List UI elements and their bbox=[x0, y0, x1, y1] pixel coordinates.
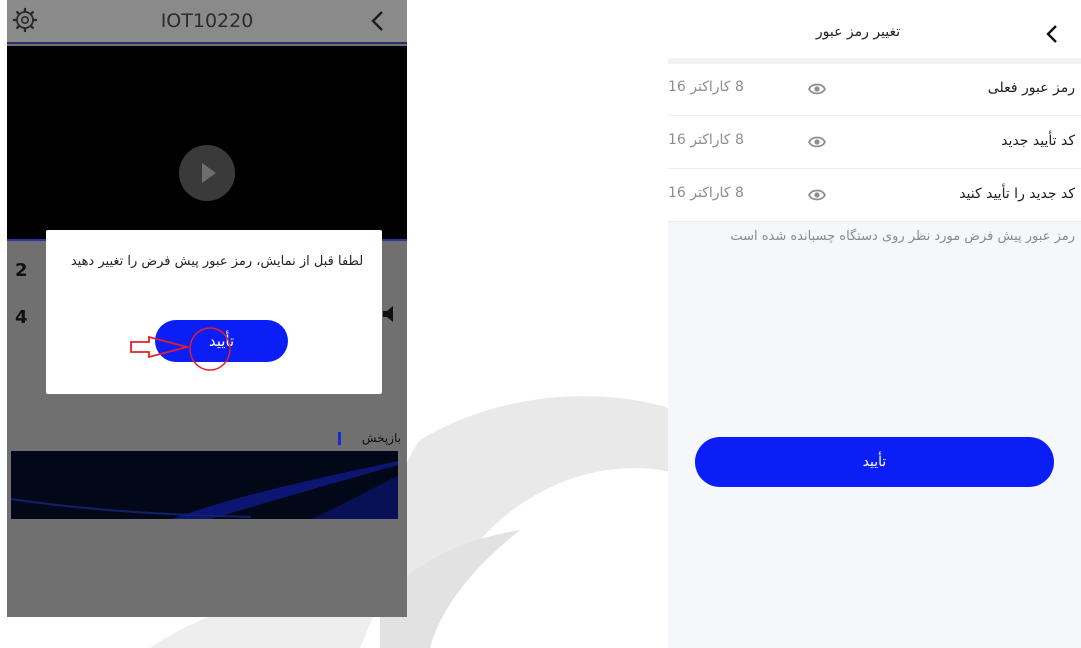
play-button[interactable] bbox=[179, 145, 235, 201]
eye-icon[interactable] bbox=[808, 188, 826, 202]
gear-icon[interactable] bbox=[11, 6, 39, 34]
left-phone-screen: IOT10220 2 4 بازپخش لطفا قبل از نمایش، ر… bbox=[7, 0, 407, 617]
new-password-field[interactable]: کد تأیید جدید 8 کاراکتر 16 bbox=[668, 117, 1081, 169]
field-label: کد تأیید جدید bbox=[1001, 133, 1075, 149]
video-player[interactable] bbox=[7, 46, 407, 241]
info-section: رمز عبور پیش فرض مورد نظر روی دستگاه چسب… bbox=[668, 222, 1081, 648]
confirm-button[interactable]: تأیید bbox=[695, 437, 1054, 487]
page-title: تغییر رمز عبور bbox=[815, 24, 901, 40]
speaker-icon[interactable] bbox=[383, 306, 395, 322]
right-phone-screen: تغییر رمز عبور رمز عبور فعلی 8 کاراکتر 1… bbox=[668, 0, 1081, 648]
field-placeholder: 8 کاراکتر 16 bbox=[668, 185, 744, 201]
field-placeholder: 8 کاراکتر 16 bbox=[668, 79, 744, 95]
eye-icon[interactable] bbox=[808, 82, 826, 96]
chevron-left-icon[interactable] bbox=[1041, 22, 1065, 46]
field-label: کد جدید را تأیید کنید bbox=[959, 186, 1075, 202]
chevron-left-icon[interactable] bbox=[363, 6, 393, 36]
confirm-password-field[interactable]: کد جدید را تأیید کنید 8 کاراکتر 16 bbox=[668, 170, 1081, 222]
current-password-field[interactable]: رمز عبور فعلی 8 کاراکتر 16 bbox=[668, 64, 1081, 116]
page-header: تغییر رمز عبور bbox=[668, 0, 1081, 64]
section-marker bbox=[338, 432, 341, 445]
field-label: رمز عبور فعلی bbox=[987, 80, 1075, 96]
side-glyph: 4 bbox=[15, 307, 28, 328]
screenshot-canvas: IOT10220 2 4 بازپخش لطفا قبل از نمایش، ر… bbox=[0, 0, 1081, 648]
playback-timeline[interactable] bbox=[11, 451, 398, 519]
field-placeholder: 8 کاراکتر 16 bbox=[668, 132, 744, 148]
eye-icon[interactable] bbox=[808, 135, 826, 149]
side-glyph: 2 bbox=[15, 260, 28, 281]
device-title: IOT10220 bbox=[160, 10, 254, 32]
play-icon bbox=[202, 163, 216, 183]
info-note: رمز عبور پیش فرض مورد نظر روی دستگاه چسب… bbox=[730, 229, 1075, 244]
playback-label: بازپخش bbox=[361, 431, 401, 445]
dialog-message: لطفا قبل از نمایش، رمز عبور پیش فرض را ت… bbox=[70, 254, 364, 269]
annotation-arrow-icon bbox=[130, 327, 231, 371]
device-header: IOT10220 bbox=[7, 0, 407, 44]
